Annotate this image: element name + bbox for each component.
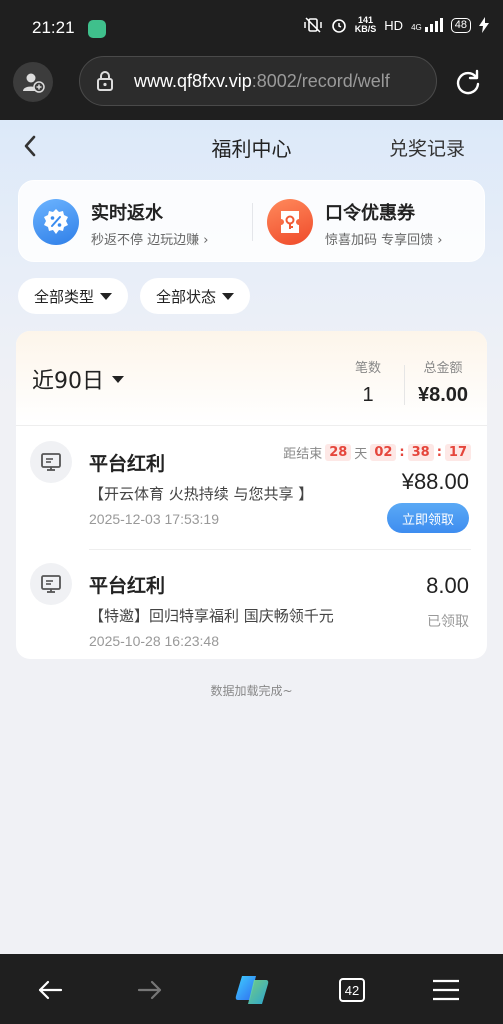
caret-down-icon [100, 292, 113, 300]
record-date: 2025-10-28 16:23:48 [89, 633, 219, 649]
copilot-button[interactable] [230, 968, 274, 1012]
arrow-right-icon [137, 980, 162, 1000]
url-path: :8002/record/welf [251, 70, 390, 91]
status-time: 21:21 [32, 18, 75, 37]
count-label: 笔数 [354, 361, 381, 376]
divider [89, 549, 471, 550]
address-bar[interactable]: www.qf8fxv.vip:8002/record/welf [79, 56, 437, 106]
alarm-clock-icon [331, 19, 346, 33]
total-value: ¥8.00 [417, 384, 469, 406]
tabs-button[interactable]: 42 [334, 972, 370, 1008]
countdown-prefix: 距结束 [283, 447, 323, 462]
filter-bar: 全部类型 全部状态 [18, 278, 251, 314]
lock-icon [94, 70, 116, 92]
stat-divider [404, 365, 405, 405]
record-amount: ¥88.00 [401, 469, 469, 494]
record-status: 已领取 [427, 614, 469, 630]
network-type: 4G [411, 23, 422, 32]
monitor-icon [30, 563, 72, 605]
arrow-left-icon [38, 980, 63, 1000]
count-stat: 笔数 1 [346, 357, 390, 407]
profile-add-icon [23, 73, 45, 93]
summary-header: 近90日 笔数 1 总金额 ¥8.00 [16, 331, 487, 423]
battery-icon: 48 [450, 17, 471, 33]
filter-type-dropdown[interactable]: 全部类型 [18, 278, 129, 314]
back-button[interactable] [18, 132, 42, 160]
claim-now-button[interactable]: 立即领取 [387, 503, 469, 533]
countdown-seconds: 17 [444, 444, 471, 461]
records-card: 近90日 笔数 1 总金额 ¥8.00 平台红利 【开云体育 火热持续 与您共享… [16, 331, 487, 659]
countdown-hours: 02 [370, 444, 397, 461]
browser-toolbar: www.qf8fxv.vip:8002/record/welf [0, 44, 503, 120]
chevron-left-icon [24, 135, 36, 157]
promo-rebate[interactable]: 实时返水 秒返不停 边玩边赚 › [19, 181, 252, 263]
countdown-minutes: 38 [407, 444, 434, 461]
promo-coupon[interactable]: 口令优惠券 惊喜加码 专享回馈 › [253, 181, 486, 263]
charging-bolt-icon [479, 17, 489, 33]
copilot-logo-icon [235, 976, 269, 1004]
url-text: www.qf8fxv.vip:8002/record/welf [134, 71, 390, 92]
reload-icon [456, 69, 480, 95]
app-notification-icon [88, 20, 106, 38]
filter-type-label: 全部类型 [34, 287, 95, 306]
back-nav-button[interactable] [32, 972, 68, 1008]
coupon-ticket-icon [267, 199, 313, 245]
caret-down-icon [112, 375, 124, 383]
record-amount: 8.00 [426, 573, 469, 598]
reload-button[interactable] [452, 66, 484, 98]
load-complete-text: 数据加载完成~ [210, 684, 293, 698]
record-title: 平台红利 [89, 575, 166, 597]
countdown-day-unit: 天 [354, 447, 368, 462]
record-item: 平台红利 【开云体育 火热持续 与您共享 】 2025-12-03 17:53:… [16, 439, 487, 549]
signal-icon: 4G [411, 18, 443, 32]
caret-down-icon [222, 292, 235, 300]
net-speed: 141 KB/S [355, 16, 377, 34]
promo-title: 口令优惠券 [325, 203, 415, 224]
total-label: 总金额 [423, 361, 463, 376]
filter-status-dropdown[interactable]: 全部状态 [140, 278, 251, 314]
record-description: 【开云体育 火热持续 与您共享 】 [89, 485, 314, 503]
promo-panel: 实时返水 秒返不停 边玩边赚 › 口令优惠券 惊喜加码 专享回馈 › [18, 180, 485, 262]
page-content: 福利中心 兑奖记录 实时返水 秒返不停 边玩边赚 › 口令优惠券 惊喜加码 专享… [0, 120, 503, 954]
record-title: 平台红利 [89, 453, 166, 475]
period-selector[interactable]: 近90日 [32, 363, 124, 395]
hamburger-menu-icon [433, 979, 459, 1001]
forward-nav-button[interactable] [132, 972, 168, 1008]
divider [16, 425, 487, 426]
status-indicators: 141 KB/S HD 4G 48 [303, 16, 489, 34]
countdown-timer: 距结束 28 天 02 : 38 : 17 [283, 443, 471, 462]
record-date: 2025-12-03 17:53:19 [89, 511, 219, 527]
page-header: 福利中心 兑奖记录 [0, 120, 503, 172]
menu-button[interactable] [428, 972, 464, 1008]
net-speed-unit: KB/S [354, 24, 377, 34]
profile-button[interactable] [13, 62, 53, 102]
count-value: 1 [362, 384, 374, 406]
promo-title: 实时返水 [91, 203, 163, 224]
browser-bottom-bar: 42 [0, 954, 503, 1024]
url-host: www.qf8fxv.vip [134, 70, 252, 91]
record-item: 平台红利 【特邀】回归特享福利 国庆畅领千元 2025-10-28 16:23:… [16, 561, 487, 659]
total-stat: 总金额 ¥8.00 [412, 357, 474, 407]
period-label: 近90日 [32, 369, 104, 394]
hd-label: HD [384, 17, 404, 33]
redeem-records-link[interactable]: 兑奖记录 [389, 134, 465, 161]
percent-badge-icon [33, 199, 79, 245]
tab-count-icon: 42 [339, 978, 365, 1002]
filter-status-label: 全部状态 [156, 287, 217, 306]
countdown-days: 28 [325, 444, 352, 461]
monitor-icon [30, 441, 72, 483]
vibrate-mute-icon [304, 17, 322, 33]
record-description: 【特邀】回归特享福利 国庆畅领千元 [89, 607, 334, 625]
promo-subtitle: 秒返不停 边玩边赚 › [91, 233, 209, 248]
promo-subtitle: 惊喜加码 专享回馈 › [325, 233, 443, 248]
status-bar: 21:21 141 KB/S HD 4G 48 [0, 0, 503, 44]
